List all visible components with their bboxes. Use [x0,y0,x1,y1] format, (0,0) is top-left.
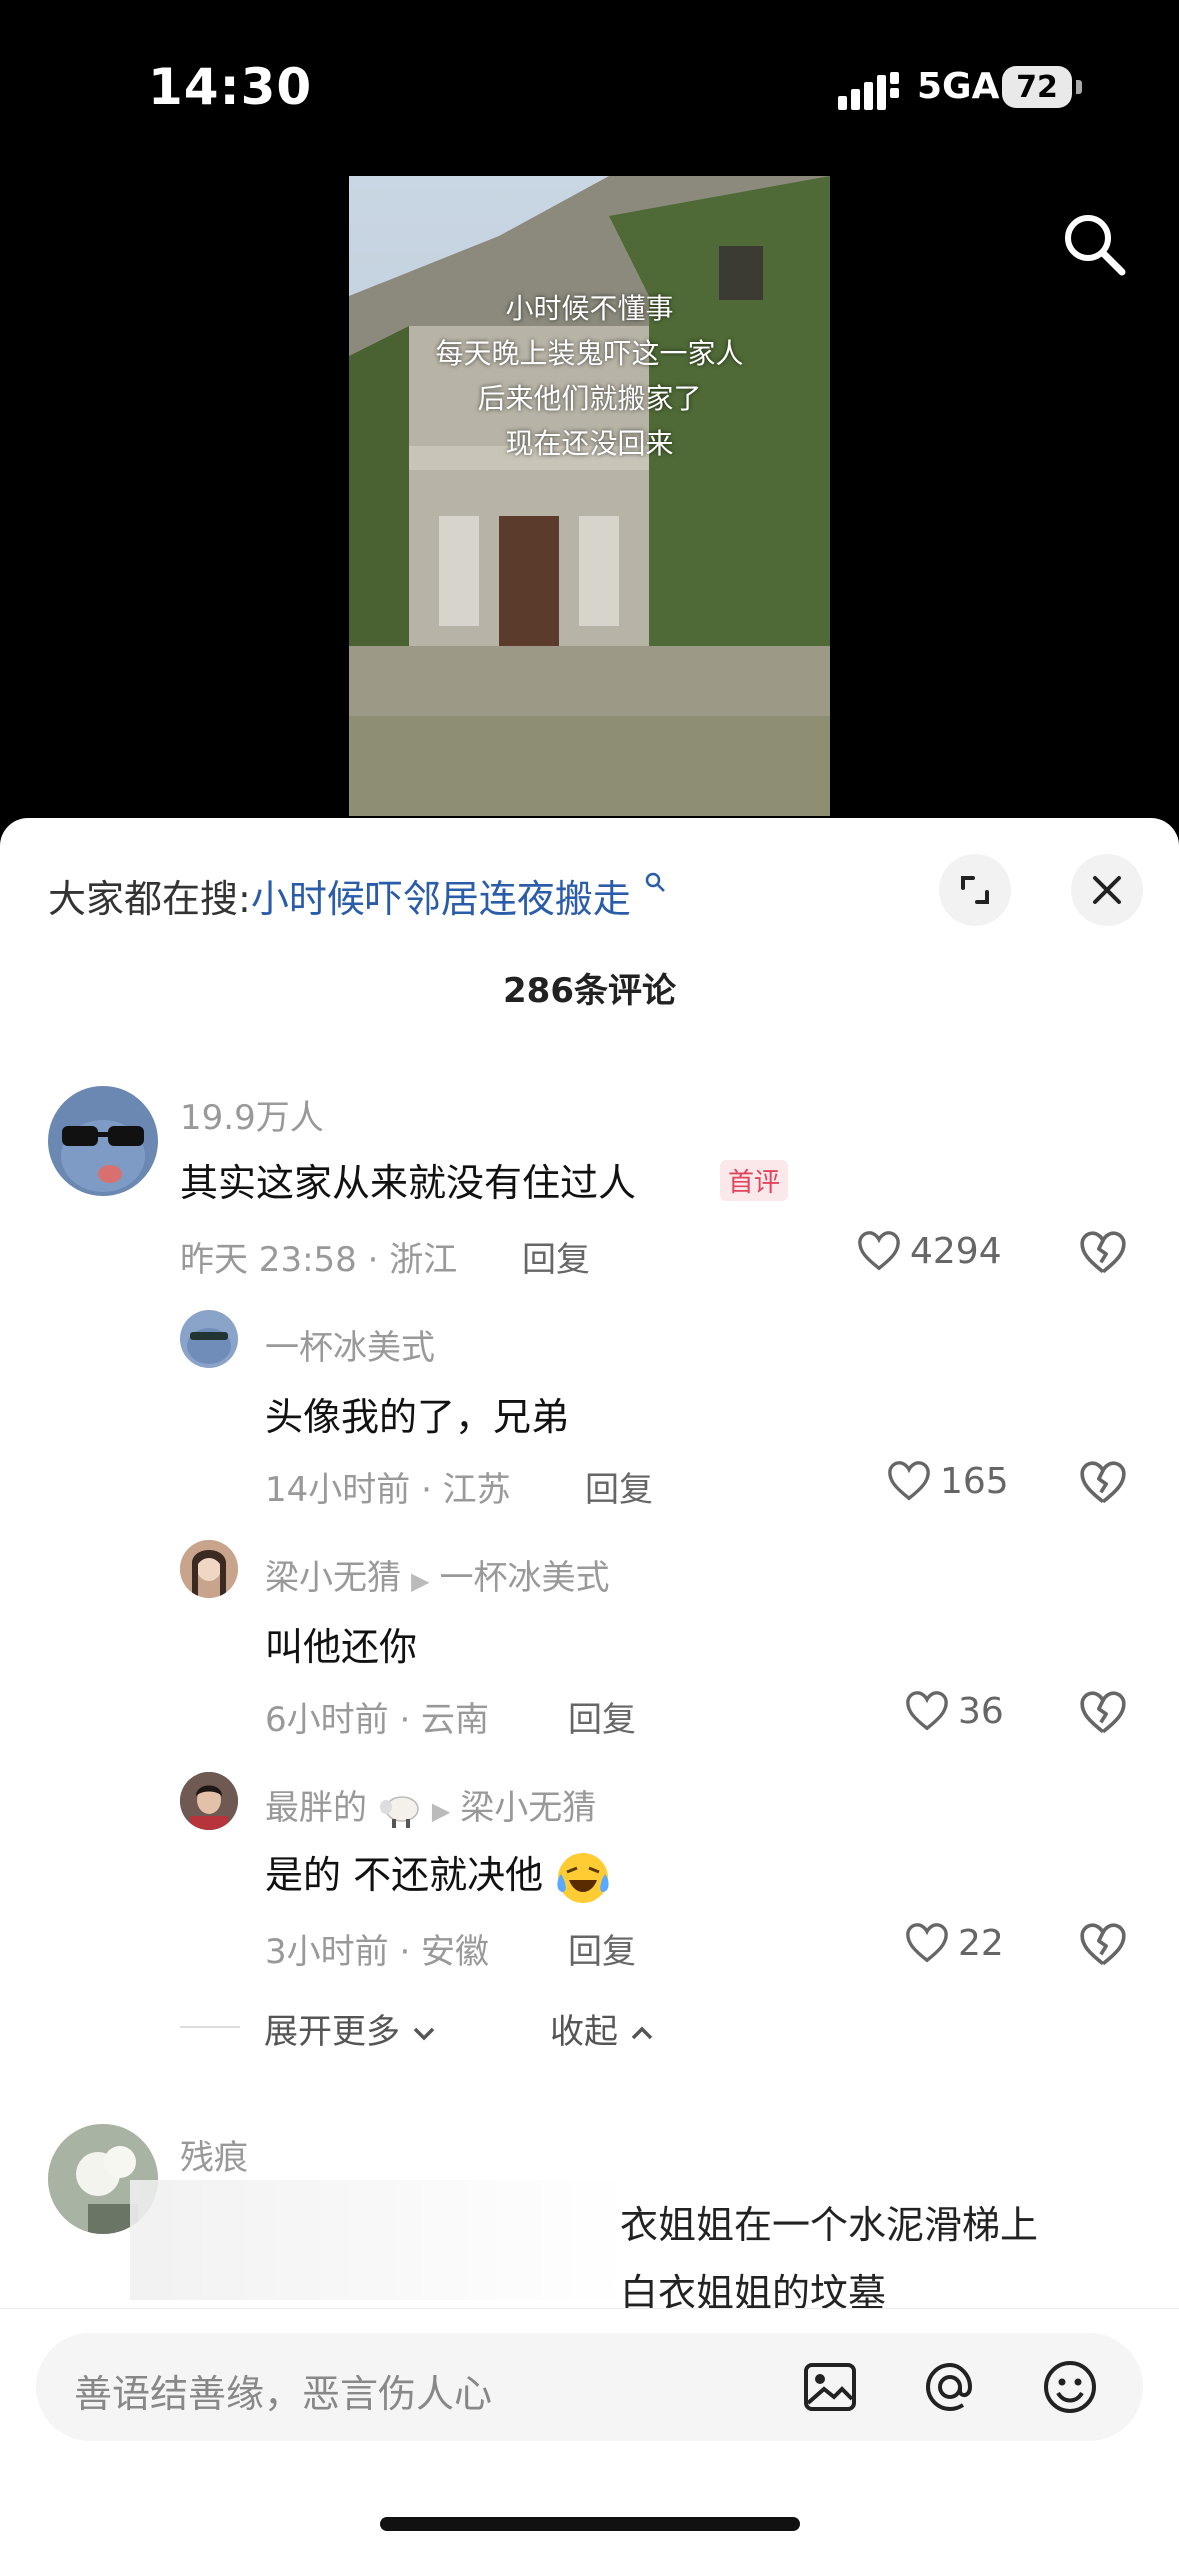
small-search-icon [645,872,665,892]
comment-meta: 6小时前 · 云南 [265,1700,490,1740]
hippo-avatar-icon [187,1328,231,1364]
broken-heart-icon[interactable] [1078,1458,1128,1508]
caption-line: 现在还没回来 [505,427,674,460]
danmaku-text: 衣姐姐在一个水泥滑梯上 [620,2203,1039,2247]
broken-heart-icon[interactable] [1078,1228,1128,1278]
caption-line: 小时候不懂事 [505,292,674,325]
hippo-avatar-icon [61,1120,145,1192]
broken-heart-icon[interactable] [1078,1688,1128,1738]
like-button[interactable]: 36 [904,1688,1004,1734]
collapse-button[interactable]: 收起 [550,2004,655,2053]
chevron-up-icon [631,2026,653,2040]
comment-meta: 昨天 23:58 · 浙江 [180,1240,458,1280]
hot-search-prefix: 大家都在搜: [48,877,251,921]
commenter-name[interactable]: 一杯冰美式 [265,1320,435,1369]
comment-text[interactable]: 其实这家从来就没有住过人 [180,1152,636,1207]
comment-text[interactable]: 叫他还你 [265,1616,417,1671]
like-count: 4294 [910,1230,1002,1272]
person-avatar-icon [180,1772,238,1830]
comment-input[interactable]: 善语结善缘，恶言伤人心 [36,2333,1143,2441]
battery-indicator: 72 [1002,66,1072,108]
comment-count: 286条评论 [503,971,676,1011]
collapse-label: 收起 [550,2012,618,2052]
video-player[interactable]: 小时候不懂事 每天晚上装鬼吓这一家人 后来他们就搬家了 现在还没回来 [349,176,830,816]
avatar[interactable] [48,1086,158,1196]
reply-arrow-icon: ▶ [431,1797,451,1825]
hot-search-link[interactable]: 小时候吓邻居连夜搬走 [251,877,631,921]
like-button[interactable]: 165 [886,1458,1009,1504]
commenter-name[interactable]: 19.9万人 [180,1090,324,1139]
like-count: 36 [958,1690,1004,1732]
heart-icon [906,1691,948,1731]
comment-text-content: 是的 不还就决他 [265,1853,544,1897]
reply-arrow-icon: ▶ [411,1567,430,1595]
reply-to-name[interactable]: 一杯冰美式 [439,1558,609,1598]
close-button[interactable] [1071,854,1143,926]
home-indicator[interactable] [380,2517,800,2531]
hot-search-bar[interactable]: 大家都在搜:小时候吓邻居连夜搬走 [48,868,667,923]
person-avatar-icon [180,1540,238,1598]
battery-level: 72 [1016,69,1058,105]
caption-line: 每天晚上装鬼吓这一家人 [435,337,744,370]
video-frame [349,176,830,816]
sheep-emoji-icon [379,1795,419,1828]
like-count: 22 [958,1922,1004,1964]
avatar[interactable] [180,1310,238,1368]
heart-icon [888,1461,930,1501]
at-icon[interactable] [920,2357,980,2417]
blurred-overlay [130,2180,630,2300]
status-bar: 14:30 5GA 72 [0,0,1179,170]
crying-laughing-emoji-icon [555,1850,611,1906]
comment-text[interactable]: 头像我的了，兄弟 [265,1386,569,1441]
caption-line: 后来他们就搬家了 [477,382,702,415]
reply-to-name[interactable]: 梁小无猜 [460,1788,596,1828]
first-comment-badge: 首评 [720,1160,789,1201]
image-icon[interactable] [800,2357,860,2417]
commenter-name-text: 最胖的 [265,1788,367,1828]
avatar[interactable] [180,1540,238,1598]
broken-heart-icon[interactable] [1078,1920,1128,1970]
like-button[interactable]: 22 [904,1920,1004,1966]
comment-meta: 14小时前 · 江苏 [265,1470,511,1510]
commenter-name[interactable]: 残痕 [180,2130,248,2179]
avatar[interactable] [180,1772,238,1830]
thread-divider [180,2026,240,2028]
expand-icon [961,876,989,904]
heart-icon [858,1231,900,1271]
battery-tip [1076,80,1082,94]
signal-icon [838,72,899,110]
heart-icon [906,1923,948,1963]
reply-button[interactable]: 回复 [568,1924,636,1973]
commenter-name[interactable]: 梁小无猜 ▶ 一杯冰美式 [265,1550,609,1599]
comment-meta: 3小时前 · 安徽 [265,1932,490,1972]
video-caption: 小时候不懂事 每天晚上装鬼吓这一家人 后来他们就搬家了 现在还没回来 [349,286,830,466]
expand-button[interactable] [939,854,1011,926]
emoji-icon[interactable] [1040,2357,1100,2417]
expand-more-button[interactable]: 展开更多 [264,2004,437,2053]
comment-text[interactable]: 是的 不还就决他 [265,1844,611,1906]
search-icon[interactable] [1058,208,1130,280]
status-time: 14:30 [148,58,313,116]
expand-more-label: 展开更多 [264,2012,400,2052]
like-button[interactable]: 4294 [856,1228,1002,1274]
reply-button[interactable]: 回复 [568,1692,636,1741]
reply-button[interactable]: 回复 [522,1232,590,1281]
network-label: 5GA [917,66,1000,107]
chevron-down-icon [413,2027,435,2041]
commenter-name[interactable]: 最胖的 ▶ 梁小无猜 [265,1780,596,1829]
input-placeholder: 善语结善缘，恶言伤人心 [74,2372,493,2416]
commenter-name-text: 梁小无猜 [265,1558,401,1598]
reply-button[interactable]: 回复 [585,1462,653,1511]
close-icon [1093,876,1121,904]
like-count: 165 [940,1460,1009,1502]
comment-input-bar: 善语结善缘，恶言伤人心 [0,2308,1179,2557]
